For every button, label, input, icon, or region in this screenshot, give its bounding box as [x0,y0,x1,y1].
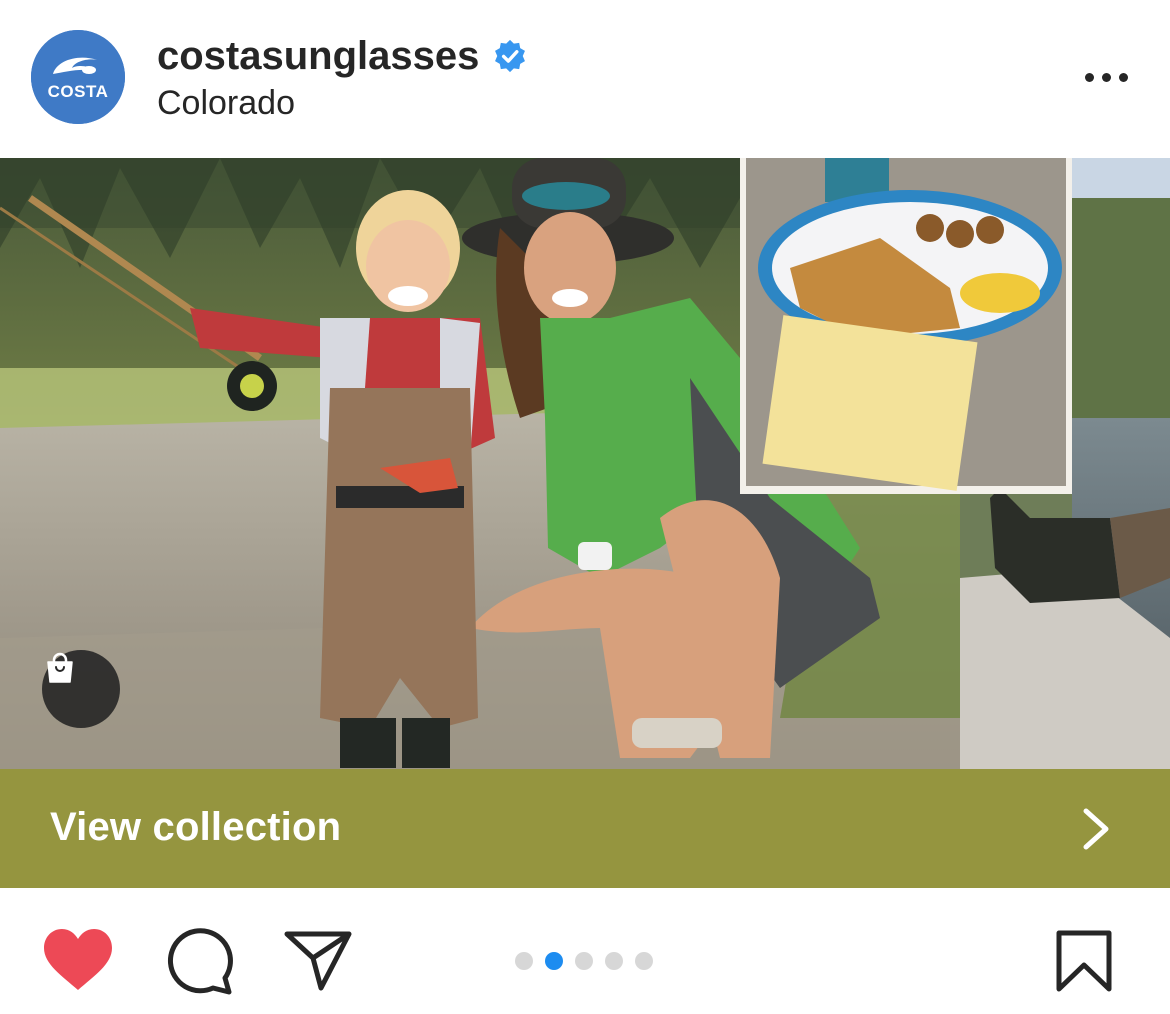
post-photo [0,158,1170,769]
post-header: COSTA costasunglasses Colorado [0,0,1170,158]
comment-icon[interactable] [165,928,233,996]
cta-label: View collection [50,805,342,849]
bookmark-icon[interactable] [1055,929,1113,993]
carousel-dot [515,952,533,970]
username-row: costasunglasses [157,30,527,82]
shopping-bag-icon [47,652,73,683]
shopping-bag-button[interactable] [42,650,120,728]
more-options-button[interactable] [1076,60,1136,94]
post-location[interactable]: Colorado [157,84,295,123]
costa-logo-icon [31,30,125,124]
carousel-dot [635,952,653,970]
carousel-dot [575,952,593,970]
view-collection-button[interactable]: View collection [0,769,1170,888]
chevron-right-icon [1083,808,1109,850]
carousel-dot-active [545,952,563,970]
verified-badge-icon [495,39,526,73]
carousel-indicator [515,951,653,971]
more-dot-icon [1084,72,1094,82]
heart-filled-icon[interactable] [42,928,114,992]
more-dot-icon [1101,72,1111,82]
carousel-dot [605,952,623,970]
profile-avatar[interactable]: COSTA [31,30,125,124]
post-action-bar [0,888,1170,1014]
avatar-logo-text: COSTA [47,82,109,101]
send-icon[interactable] [283,928,353,992]
more-dot-icon [1118,72,1128,82]
post-image[interactable] [0,158,1170,769]
username[interactable]: costasunglasses [157,34,479,79]
